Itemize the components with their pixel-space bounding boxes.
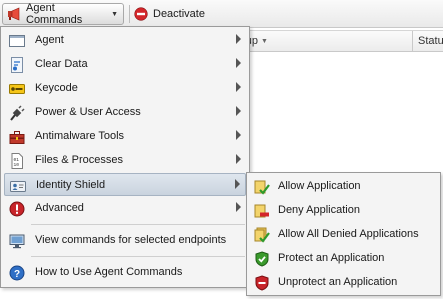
menu-item-label: Antimalware Tools [35,130,125,142]
menu-item-how-to-use[interactable]: ? How to Use Agent Commands [4,261,246,284]
menu-separator [31,224,245,225]
menu-item-label: Clear Data [35,58,88,70]
power-plug-icon [9,105,25,121]
allow-app-icon [254,179,270,195]
menu-item-label: Agent [35,34,64,46]
submenu-item-allow-application[interactable]: Allow Application [249,176,439,198]
submenu-item-label: Unprotect an Application [278,276,398,288]
menu-item-files-processes[interactable]: 01 10 Files & Processes [4,149,246,172]
keycode-icon [9,81,25,97]
file-binary-icon: 01 10 [9,153,25,169]
submenu-arrow-icon [236,58,241,68]
agent-commands-label: Agent Commands [26,2,83,26]
allow-all-icon [254,227,270,243]
help-icon: ? [9,265,25,281]
submenu-item-label: Protect an Application [278,252,385,264]
agent-commands-button[interactable]: Agent Commands ▼ [2,2,124,26]
status-column-header[interactable]: Statu [418,31,443,51]
menu-item-label: View commands for selected endpoints [35,234,227,246]
clear-data-icon [9,57,25,73]
submenu-arrow-icon [235,179,240,189]
toolbar-divider [129,5,130,23]
svg-text:?: ? [14,269,20,280]
menu-item-label: Power & User Access [35,106,141,118]
sort-down-icon: ▼ [261,37,268,45]
identity-shield-submenu: Allow Application Deny Application Allow… [246,172,441,296]
submenu-item-allow-all-denied[interactable]: Allow All Denied Applications [249,224,439,246]
submenu-item-unprotect-application[interactable]: Unprotect an Application [249,272,439,294]
menu-item-view-commands[interactable]: View commands for selected endpoints [4,229,246,252]
menu-item-label: Files & Processes [35,154,124,166]
menu-item-label: Keycode [35,82,78,94]
submenu-arrow-icon [236,202,241,212]
svg-text:10: 10 [14,162,20,168]
monitor-icon [9,233,25,249]
deny-app-icon [254,203,270,219]
menu-item-keycode[interactable]: Keycode [4,77,246,100]
submenu-item-label: Allow All Denied Applications [278,228,419,240]
menu-separator [31,256,245,257]
menu-item-label: How to Use Agent Commands [35,266,183,278]
deactivate-label: Deactivate [153,8,205,20]
submenu-item-protect-application[interactable]: Protect an Application [249,248,439,270]
submenu-arrow-icon [236,154,241,164]
submenu-item-deny-application[interactable]: Deny Application [249,200,439,222]
submenu-arrow-icon [236,130,241,140]
stop-icon [134,7,148,21]
menu-item-agent[interactable]: Agent [4,29,246,52]
toolbar: Agent Commands ▼ Deactivate [0,0,443,28]
menu-item-clear-data[interactable]: Clear Data [4,53,246,76]
id-card-icon [10,178,26,194]
window-icon [9,33,25,49]
submenu-item-label: Allow Application [278,180,361,192]
status-column-label: Statu [418,35,443,47]
menu-item-power-user-access[interactable]: Power & User Access [4,101,246,124]
shield-check-icon [254,251,270,267]
toolbox-icon [9,129,25,145]
megaphone-icon [7,7,21,21]
column-divider [412,31,413,51]
deactivate-button[interactable]: Deactivate [134,3,205,25]
submenu-item-label: Deny Application [278,204,360,216]
agent-commands-menu: Agent Clear Data Keycode Power & User Ac… [0,26,250,288]
alert-icon [9,201,25,217]
chevron-down-icon: ▼ [111,10,118,18]
shield-remove-icon [254,275,270,291]
menu-item-antimalware-tools[interactable]: Antimalware Tools [4,125,246,148]
menu-item-advanced[interactable]: Advanced [4,197,246,220]
submenu-arrow-icon [236,34,241,44]
submenu-arrow-icon [236,82,241,92]
menu-item-label: Advanced [35,202,84,214]
menu-item-identity-shield[interactable]: Identity Shield [4,173,246,196]
menu-item-label: Identity Shield [36,179,106,191]
submenu-arrow-icon [236,106,241,116]
